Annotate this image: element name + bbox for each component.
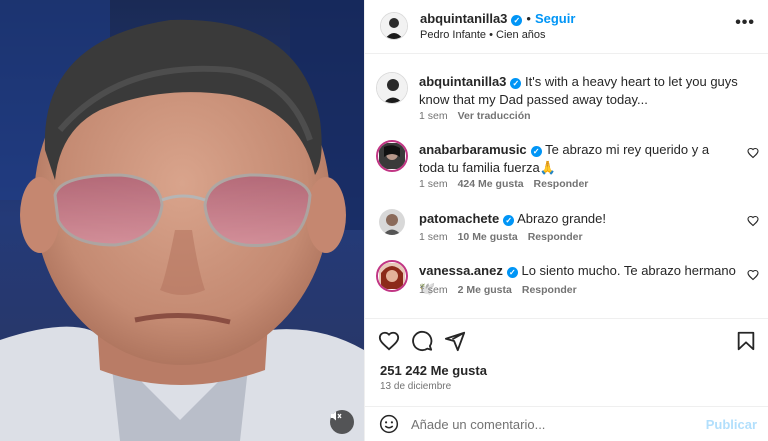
audio-track[interactable]: Pedro Infante • Cien años bbox=[420, 29, 546, 41]
verified-badge-icon: ✓ bbox=[510, 78, 522, 89]
post-header: abquintanilla3 ✓ • Seguir Pedro Infante • C… bbox=[365, 0, 768, 54]
likes-count[interactable]: 251 242 Me gusta bbox=[380, 363, 487, 378]
comment-meta: 1 sem 424 Me gusta Responder bbox=[419, 178, 598, 190]
verified-badge-icon: ✓ bbox=[503, 215, 515, 226]
post-media[interactable] bbox=[0, 0, 364, 441]
publish-button[interactable]: Publicar bbox=[706, 417, 757, 432]
reply-button[interactable]: Responder bbox=[522, 284, 577, 296]
list-item: patomachete ✓ Abrazo grande! 1 sem 10 Me g… bbox=[365, 206, 768, 254]
avatar-image bbox=[381, 13, 407, 39]
comment-avatar[interactable] bbox=[379, 209, 405, 235]
follow-button[interactable]: Seguir bbox=[535, 11, 575, 26]
speaker-muted-icon bbox=[331, 411, 342, 421]
mute-button[interactable] bbox=[330, 410, 354, 434]
comment-text-block: anabarbaramusic ✓ Te abrazo mi rey querid… bbox=[419, 141, 719, 177]
comment-likes[interactable]: 424 Me gusta bbox=[458, 178, 524, 190]
verified-badge-icon: ✓ bbox=[511, 15, 523, 26]
post-date[interactable]: 13 de diciembre bbox=[380, 381, 451, 392]
comment-meta: 1 sem 10 Me gusta Responder bbox=[419, 231, 593, 243]
like-heart-icon[interactable] bbox=[747, 269, 759, 281]
comment-time[interactable]: 1 sem bbox=[419, 231, 448, 243]
like-heart-icon[interactable] bbox=[747, 147, 759, 159]
post-actions: 251 242 Me gusta 13 de diciembre bbox=[365, 318, 768, 408]
emoji-smiley-icon[interactable] bbox=[379, 414, 399, 434]
reply-button[interactable]: Responder bbox=[534, 178, 589, 190]
caption-username[interactable]: abquintanilla3 bbox=[419, 74, 506, 89]
like-heart-icon[interactable] bbox=[747, 215, 759, 227]
avatar-image bbox=[379, 209, 405, 235]
post-caption: abquintanilla3 ✓ It's with a heavy heart … bbox=[365, 68, 768, 128]
comment-likes[interactable]: 2 Me gusta bbox=[458, 284, 512, 296]
comment-text-block: patomachete ✓ Abrazo grande! bbox=[419, 210, 739, 228]
list-item: vanessa.anez ✓ Lo siento mucho. Te abrazo… bbox=[365, 258, 768, 306]
author-line: abquintanilla3 ✓ • Seguir bbox=[420, 11, 575, 26]
verified-badge-icon: ✓ bbox=[530, 146, 542, 157]
avatar-image bbox=[379, 263, 405, 289]
separator-dot: • bbox=[526, 11, 531, 26]
comment-avatar[interactable] bbox=[376, 140, 408, 172]
comment-time[interactable]: 1 sem bbox=[419, 284, 448, 296]
avatar-image bbox=[379, 143, 405, 169]
comment-input[interactable] bbox=[411, 413, 701, 435]
comment-time[interactable]: 1 sem bbox=[419, 178, 448, 190]
comment-bubble-icon[interactable] bbox=[411, 330, 433, 352]
caption-time[interactable]: 1 sem bbox=[419, 110, 448, 122]
translate-link[interactable]: Ver traducción bbox=[458, 110, 531, 122]
comment-avatar[interactable] bbox=[376, 260, 408, 292]
caption-avatar[interactable] bbox=[376, 72, 408, 104]
comment-text: Abrazo grande! bbox=[517, 211, 607, 226]
share-send-icon[interactable] bbox=[444, 330, 466, 352]
author-avatar[interactable] bbox=[380, 12, 408, 40]
like-heart-icon[interactable] bbox=[378, 330, 400, 352]
bookmark-save-icon[interactable] bbox=[735, 330, 757, 352]
post-photo bbox=[0, 0, 364, 441]
post-side-panel: abquintanilla3 ✓ • Seguir Pedro Infante • C… bbox=[364, 0, 768, 441]
caption-text-block: abquintanilla3 ✓ It's with a heavy heart … bbox=[419, 73, 739, 109]
more-options-icon[interactable]: ••• bbox=[735, 14, 755, 32]
comment-username[interactable]: patomachete bbox=[419, 211, 499, 226]
comment-username[interactable]: anabarbaramusic bbox=[419, 142, 527, 157]
comment-meta: 1 sem 2 Me gusta Responder bbox=[419, 284, 587, 296]
comment-likes[interactable]: 10 Me gusta bbox=[458, 231, 518, 243]
avatar-image bbox=[377, 73, 407, 103]
caption-meta: 1 sem Ver traducción bbox=[419, 110, 541, 122]
add-comment-bar: Publicar bbox=[365, 406, 768, 441]
reply-button[interactable]: Responder bbox=[528, 231, 583, 243]
verified-badge-icon: ✓ bbox=[506, 267, 518, 278]
author-username[interactable]: abquintanilla3 bbox=[420, 11, 507, 26]
comment-username[interactable]: vanessa.anez bbox=[419, 263, 503, 278]
list-item: anabarbaramusic ✓ Te abrazo mi rey querid… bbox=[365, 138, 768, 194]
